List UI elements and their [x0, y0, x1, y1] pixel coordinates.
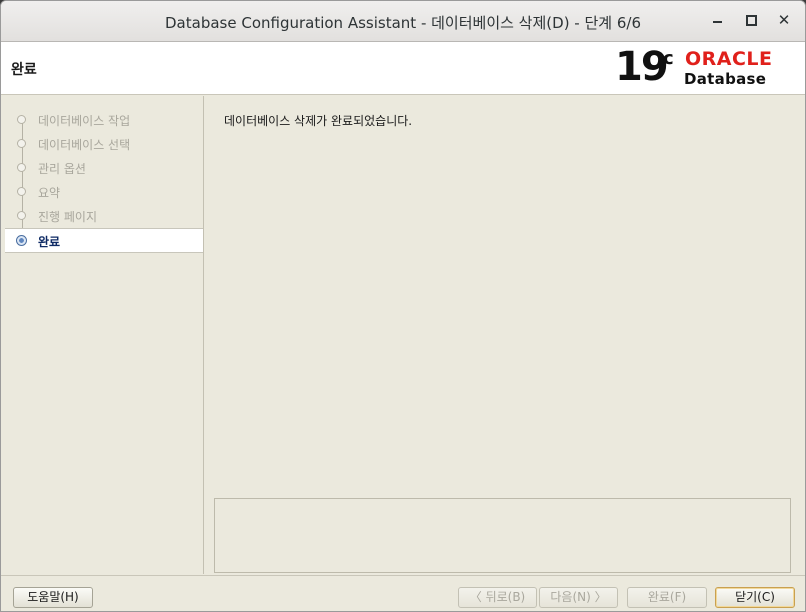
title-bar[interactable]: Database Configuration Assistant - 데이터베이… [1, 1, 805, 42]
button-bar: 도움말(H) 〈 뒤로(B) 다음(N) 〉 완료(F) 닫기(C) [1, 575, 805, 611]
step-marker-icon [17, 163, 26, 172]
step-marker-icon [17, 187, 26, 196]
completion-message: 데이터베이스 삭제가 완료되었습니다. [224, 114, 413, 128]
window-title: Database Configuration Assistant - 데이터베이… [165, 14, 641, 32]
step-marker-icon [17, 211, 26, 220]
step-finish[interactable]: 완료 [5, 228, 203, 253]
close-icon: ✕ [777, 11, 791, 29]
page-header: 완료 19 c ORACLE Database [1, 42, 805, 95]
maximize-icon [745, 14, 757, 26]
logo-version: 19 [615, 44, 669, 90]
details-area [214, 498, 791, 573]
minimize-icon [712, 21, 722, 23]
next-button[interactable]: 다음(N) 〉 [539, 587, 618, 608]
step-label: 진행 페이지 [38, 210, 98, 224]
minimize-button[interactable] [707, 10, 727, 30]
close-window-button[interactable]: ✕ [774, 10, 794, 30]
step-database-operation[interactable]: 데이터베이스 작업 [5, 108, 203, 131]
page-title: 완료 [11, 62, 37, 78]
logo-brand: ORACLE [685, 48, 773, 70]
step-label: 데이터베이스 작업 [38, 114, 131, 128]
finish-button[interactable]: 완료(F) [627, 587, 707, 608]
help-button[interactable]: 도움말(H) [13, 587, 93, 608]
step-label: 완료 [38, 235, 61, 249]
step-progress-page[interactable]: 진행 페이지 [5, 204, 203, 227]
step-management-options[interactable]: 관리 옵션 [5, 156, 203, 179]
close-button[interactable]: 닫기(C) [715, 587, 795, 608]
step-current-marker-icon [16, 235, 27, 246]
content-panel: 데이터베이스 삭제가 완료되었습니다. [204, 96, 802, 574]
step-label: 관리 옵션 [38, 162, 86, 176]
step-marker-icon [17, 139, 26, 148]
dbca-window: Database Configuration Assistant - 데이터베이… [0, 0, 806, 612]
logo-product: Database [684, 70, 767, 88]
step-label: 데이터베이스 선택 [38, 138, 131, 152]
step-select-database[interactable]: 데이터베이스 선택 [5, 132, 203, 155]
back-button[interactable]: 〈 뒤로(B) [458, 587, 537, 608]
maximize-button[interactable] [741, 10, 761, 30]
step-navigator: 데이터베이스 작업 데이터베이스 선택 관리 옵션 요약 진행 페이지 완료 [5, 96, 204, 574]
logo-version-suffix: c [663, 48, 674, 69]
step-summary[interactable]: 요약 [5, 180, 203, 203]
step-marker-icon [17, 115, 26, 124]
step-label: 요약 [38, 186, 61, 200]
